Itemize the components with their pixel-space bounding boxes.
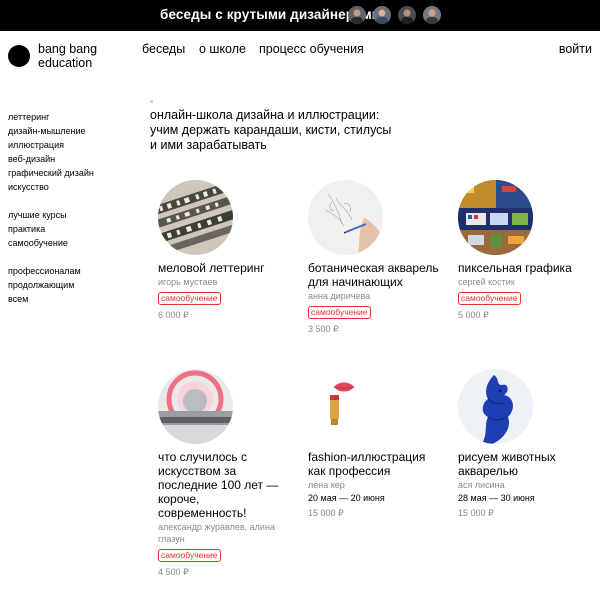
logo-line: education — [38, 56, 93, 70]
course-price: 15 000 ₽ — [458, 508, 494, 518]
sidebar-item-practice[interactable]: практика — [8, 222, 94, 236]
course-author-line: анна диричева — [308, 291, 371, 301]
sidebar-item-design-thinking[interactable]: дизайн-мышление — [8, 124, 94, 138]
headline-line: онлайн-школа дизайна и иллюстрации: — [150, 108, 380, 122]
course-price: 4 500 ₽ — [158, 567, 189, 577]
course-title-line: как профессия — [308, 464, 391, 478]
sidebar-item-illustration[interactable]: иллюстрация — [8, 138, 94, 152]
course-title[interactable]: fashion-иллюстрация как профессия — [308, 450, 448, 478]
course-title-line: короче, — [158, 492, 200, 506]
nav-about[interactable]: о школе — [199, 42, 246, 56]
promo-bar[interactable]: беседы с крутыми дизайнерами — [0, 0, 600, 31]
course-author-line: лена кер — [308, 480, 345, 490]
self-study-badge: самообучение — [158, 549, 221, 562]
course-title-line: акварелью — [458, 464, 519, 478]
course-thumbnail[interactable] — [458, 369, 533, 444]
speaker-avatar[interactable] — [423, 6, 441, 24]
self-study-badge: самообучение — [308, 306, 371, 319]
course-dates: 20 мая — 20 июня — [308, 493, 385, 503]
headline-line: учим держать карандаши, кисти, стилусы — [150, 123, 392, 137]
course-dates: 28 мая — 30 июня — [458, 493, 535, 503]
nav-talks[interactable]: беседы — [142, 42, 185, 56]
course-title-line: что случилось с — [158, 450, 247, 464]
course-author-line: глазун — [158, 534, 185, 544]
sidebar-item-professionals[interactable]: профессионалам — [8, 264, 94, 278]
self-study-badge: самообучение — [158, 292, 221, 305]
course-thumbnail[interactable] — [308, 180, 383, 255]
course-author: сергей костик — [458, 276, 598, 288]
sidebar-item-everyone[interactable]: всем — [8, 292, 94, 306]
course-author-line: игорь мустаев — [158, 277, 218, 287]
course-card[interactable]: рисуем животных акварелью ася лисина 28 … — [458, 369, 598, 519]
headline-line: и ими зарабатывать — [150, 138, 267, 152]
course-author: игорь мустаев — [158, 276, 298, 288]
course-title-line: ботаническая акварель — [308, 261, 439, 275]
course-thumbnail[interactable] — [458, 180, 533, 255]
course-author-line: сергей костик — [458, 277, 515, 287]
sidebar-item-web-design[interactable]: веб-дизайн — [8, 152, 94, 166]
course-title-line: fashion-иллюстрация — [308, 450, 426, 464]
course-card[interactable]: что случилось с искусством за последние … — [158, 369, 298, 578]
course-price: 6 000 ₽ — [158, 310, 189, 320]
sidebar: леттеринг дизайн-мышление иллюстрация ве… — [8, 110, 94, 320]
course-title[interactable]: пиксельная графика — [458, 261, 598, 275]
sidebar-categories: леттеринг дизайн-мышление иллюстрация ве… — [8, 110, 94, 194]
course-title-line: искусством за — [158, 464, 237, 478]
course-title[interactable]: меловой леттеринг — [158, 261, 298, 275]
course-card[interactable]: меловой леттеринг игорь мустаев самообуч… — [158, 180, 298, 321]
sidebar-item-art[interactable]: искусство — [8, 180, 94, 194]
course-thumbnail[interactable] — [158, 369, 233, 444]
course-title-line: для начинающих — [308, 275, 403, 289]
logo[interactable]: bang bang education — [38, 42, 97, 70]
self-study-badge: самообучение — [458, 292, 521, 305]
course-card[interactable]: fashion-иллюстрация как профессия лена к… — [308, 369, 448, 519]
course-price: 3 500 ₽ — [308, 324, 339, 334]
course-card[interactable]: ботаническая акварель для начинающих анн… — [308, 180, 448, 335]
sidebar-formats: лучшие курсы практика самообучение — [8, 208, 94, 250]
login-link[interactable]: войти — [559, 42, 592, 56]
course-thumbnail[interactable] — [308, 369, 383, 444]
course-author-line: ася лисина — [458, 480, 505, 490]
logo-line: bang bang — [38, 42, 98, 56]
course-title-line: последние 100 лет — — [158, 478, 279, 492]
course-author-line: александр журавлев, алина — [158, 522, 275, 532]
course-title-line: современность! — [158, 506, 247, 520]
page-headline: онлайн-школа дизайна и иллюстрации: учим… — [150, 108, 410, 153]
course-title[interactable]: рисуем животных акварелью — [458, 450, 598, 478]
course-price: 5 000 ₽ — [458, 310, 489, 320]
course-title[interactable]: что случилось с искусством за последние … — [158, 450, 298, 520]
sidebar-item-graphic-design[interactable]: графический дизайн — [8, 166, 94, 180]
course-thumbnail[interactable] — [158, 180, 233, 255]
speaker-avatar[interactable] — [398, 6, 416, 24]
course-title-line: рисуем животных — [458, 450, 556, 464]
course-title-line: меловой леттеринг — [158, 261, 265, 275]
course-author: анна диричева — [308, 290, 448, 302]
logo-icon[interactable] — [8, 45, 30, 67]
course-title-line: пиксельная графика — [458, 261, 572, 275]
sidebar-levels: профессионалам продолжающим всем — [8, 264, 94, 306]
sidebar-item-lettering[interactable]: леттеринг — [8, 110, 94, 124]
sidebar-item-best-courses[interactable]: лучшие курсы — [8, 208, 94, 222]
course-author: лена кер — [308, 479, 448, 491]
course-author: александр журавлев, алина глазун — [158, 521, 298, 545]
speaker-avatar[interactable] — [373, 6, 391, 24]
course-title[interactable]: ботаническая акварель для начинающих — [308, 261, 448, 289]
speaker-avatar[interactable] — [348, 6, 366, 24]
sidebar-item-self-study[interactable]: самообучение — [8, 236, 94, 250]
sidebar-item-continuing[interactable]: продолжающим — [8, 278, 94, 292]
course-price: 15 000 ₽ — [308, 508, 344, 518]
nav-process[interactable]: процесс обучения — [259, 42, 364, 56]
course-card[interactable]: пиксельная графика сергей костик самообу… — [458, 180, 598, 321]
decorative-dot — [150, 100, 153, 103]
course-author: ася лисина — [458, 479, 598, 491]
